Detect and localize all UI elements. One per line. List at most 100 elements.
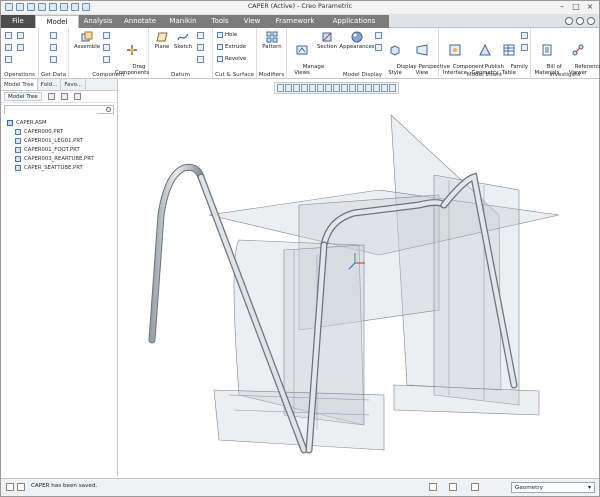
- tree-filter-icon[interactable]: [60, 93, 68, 100]
- tab-manikin[interactable]: Manikin: [163, 15, 203, 28]
- user-defined-feature-icon[interactable]: [5, 56, 12, 63]
- zoom-in-icon[interactable]: [285, 84, 292, 92]
- group-label[interactable]: Modifiers: [257, 72, 286, 78]
- 3d-model-view[interactable]: [119, 95, 599, 476]
- model-tree-menu[interactable]: Model Tree: [4, 92, 42, 101]
- tab-model[interactable]: Model: [35, 15, 79, 29]
- perspective-view-icon: [416, 44, 428, 56]
- tab-framework[interactable]: Framework: [269, 15, 321, 28]
- tab-view[interactable]: View: [237, 15, 267, 28]
- group-operations: Operations: [1, 28, 39, 79]
- group-label[interactable]: Operations: [1, 72, 38, 78]
- reference-viewer-icon: [572, 44, 584, 56]
- view-manager-icon[interactable]: [317, 84, 324, 92]
- group-label[interactable]: Component: [69, 72, 148, 78]
- hole-button[interactable]: Hole: [217, 31, 237, 39]
- tree-item[interactable]: CAPER_SEATTUBE.PRT: [1, 163, 117, 172]
- sketch-icon: [177, 33, 189, 41]
- help-icon[interactable]: [587, 17, 595, 25]
- spin-center-icon[interactable]: [357, 84, 364, 92]
- sketch-button[interactable]: Sketch: [172, 31, 194, 51]
- group-label[interactable]: Datum: [149, 72, 212, 78]
- parameters-icon[interactable]: [521, 44, 528, 51]
- datum-display-icon[interactable]: [341, 84, 348, 92]
- tree-item[interactable]: CAPER003_REARTUBE.PRT: [1, 154, 117, 163]
- repaint-icon[interactable]: [301, 84, 308, 92]
- repeat-icon[interactable]: [103, 44, 110, 51]
- group-label[interactable]: Model Intent: [439, 72, 530, 78]
- close-icon[interactable]: ×: [585, 2, 595, 11]
- community-icon[interactable]: [565, 17, 573, 25]
- paste-icon[interactable]: [5, 44, 12, 51]
- appearance-toggle-icon[interactable]: [373, 84, 380, 92]
- plane-icon: [156, 32, 168, 42]
- shrinkwrap-icon[interactable]: [50, 56, 57, 63]
- display-style-icon[interactable]: [333, 84, 340, 92]
- tree-item[interactable]: CAPER000.PRT: [1, 127, 117, 136]
- regenerate-status-icon[interactable]: [471, 483, 479, 491]
- perspective-icon[interactable]: [325, 84, 332, 92]
- import-icon[interactable]: [50, 32, 57, 39]
- regenerate-icon[interactable]: [5, 32, 12, 39]
- extrude-button[interactable]: Extrude: [217, 43, 246, 51]
- pause-animation-icon[interactable]: [381, 84, 388, 92]
- tab-file[interactable]: File: [1, 15, 35, 28]
- publish-geometry-icon: [479, 44, 491, 56]
- axis-icon[interactable]: [197, 32, 204, 39]
- group-label[interactable]: Get Data: [39, 72, 68, 78]
- show-browser-icon[interactable]: [17, 483, 25, 491]
- tree-search-input[interactable]: [5, 106, 97, 114]
- annotation-display-icon[interactable]: [349, 84, 356, 92]
- selection-icon[interactable]: [449, 483, 457, 491]
- tree-item[interactable]: CAPER001_LEG01.PRT: [1, 136, 117, 145]
- show-navigator-icon[interactable]: [6, 483, 14, 491]
- show-icon[interactable]: [375, 44, 382, 51]
- tree-item[interactable]: CAPER.ASM: [1, 118, 117, 127]
- tab-applications[interactable]: Applications: [323, 15, 385, 28]
- tab-analysis[interactable]: Analysis: [79, 15, 117, 28]
- minimize-icon[interactable]: –: [557, 2, 567, 11]
- tab-tools[interactable]: Tools: [205, 15, 235, 28]
- find-icon[interactable]: [429, 483, 437, 491]
- copy-geometry-icon[interactable]: [50, 44, 57, 51]
- group-label[interactable]: Cut & Surface: [213, 72, 256, 78]
- selection-filter[interactable]: Geometry ▾: [511, 482, 595, 493]
- appearances-button[interactable]: Appearances: [339, 31, 375, 51]
- maximize-icon[interactable]: □: [571, 2, 581, 11]
- revolve-button[interactable]: Revolve: [217, 55, 246, 63]
- point-icon[interactable]: [197, 44, 204, 51]
- group-label[interactable]: Model Display: [287, 72, 438, 78]
- mirror-component-icon[interactable]: [103, 56, 110, 63]
- tree-columns-icon[interactable]: [73, 93, 81, 100]
- assemble-button[interactable]: Assemble: [72, 31, 102, 51]
- filter-icon[interactable]: [389, 84, 396, 92]
- hide-icon[interactable]: [375, 32, 382, 39]
- tree-settings-icon[interactable]: [47, 93, 55, 100]
- plane-button[interactable]: Plane: [151, 31, 173, 51]
- delete-icon[interactable]: [17, 44, 24, 51]
- tree-item[interactable]: CAPER001_FOOT.PRT: [1, 145, 117, 154]
- coordinate-system-icon[interactable]: [197, 56, 204, 63]
- part-icon: [15, 146, 21, 153]
- refit-icon[interactable]: [277, 84, 284, 92]
- tab-model-tree[interactable]: Model Tree: [1, 79, 38, 90]
- assemble-icon: [81, 31, 93, 42]
- model-tree: CAPER.ASM CAPER000.PRT CAPER001_LEG01.PR…: [1, 118, 117, 172]
- relations-icon[interactable]: [521, 32, 528, 39]
- manage-views-icon: [296, 45, 308, 55]
- section-button[interactable]: Section: [314, 31, 340, 51]
- create-component-icon[interactable]: [103, 32, 110, 39]
- tab-annotate[interactable]: Annotate: [119, 15, 161, 28]
- saved-orientations-icon[interactable]: [309, 84, 316, 92]
- tab-favorites[interactable]: Favo...: [61, 79, 87, 90]
- zoom-out-icon[interactable]: [293, 84, 300, 92]
- search-icon[interactable]: [106, 107, 111, 112]
- copy-icon[interactable]: [17, 32, 24, 39]
- group-label[interactable]: Investigate: [531, 72, 599, 78]
- tab-folder-browser[interactable]: Fold...: [38, 79, 62, 90]
- pattern-button[interactable]: Pattern: [259, 31, 285, 51]
- section-toggle-icon[interactable]: [365, 84, 372, 92]
- hole-icon: [217, 32, 223, 38]
- graphics-window[interactable]: [119, 95, 599, 476]
- minimize-ribbon-icon[interactable]: [576, 17, 584, 25]
